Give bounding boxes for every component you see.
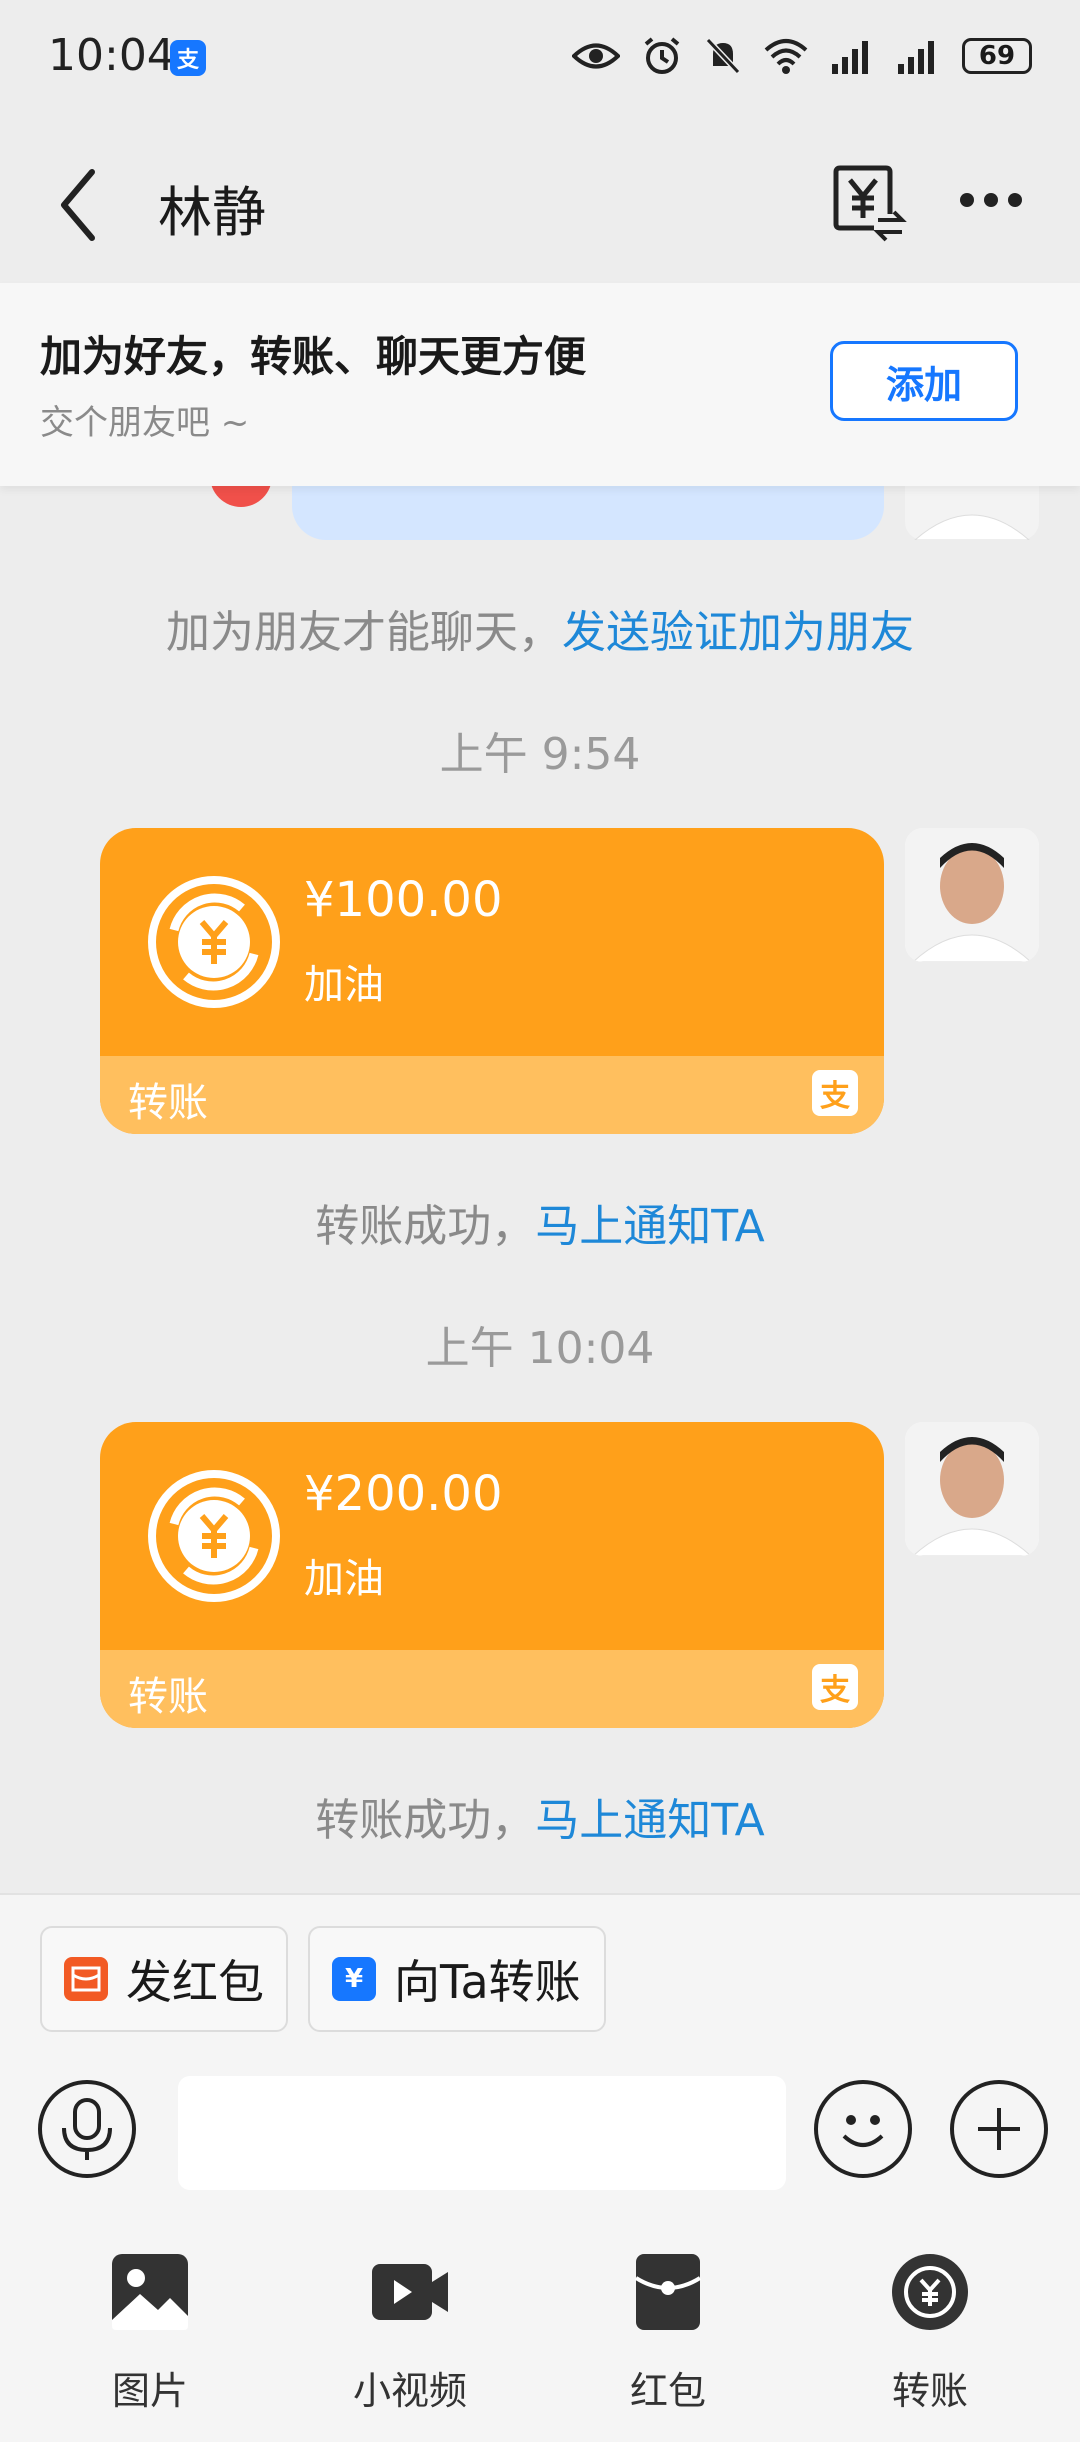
send-verification-link[interactable]: 发送验证加为朋友 [562, 607, 914, 658]
timestamp: 上午 10:04 [425, 1323, 655, 1374]
tool-label: 红包 [629, 2369, 706, 2413]
status-icons: 69 [572, 36, 1032, 76]
transfer-note: 加油 [304, 962, 384, 1008]
eye-icon [572, 43, 620, 69]
yuan-exchange-icon [833, 165, 907, 242]
signal-icon [832, 41, 868, 74]
message-input[interactable] [178, 2076, 786, 2190]
transfer-status-text: 转账成功， [315, 1795, 536, 1846]
transfer-amount: ¥200.00 [304, 1466, 503, 1522]
red-envelope-icon [634, 2254, 702, 2330]
friend-notice-text: 加为朋友才能聊天， [166, 607, 562, 658]
friend-notice: 加为朋友才能聊天，发送验证加为朋友 [0, 596, 1080, 660]
tool-transfer[interactable]: 转账 [840, 2250, 1020, 2440]
transfer-status: 转账成功，马上通知TA [0, 1784, 1080, 1848]
tool-image[interactable]: 图片 [60, 2250, 240, 2440]
more-options-button[interactable] [960, 180, 1030, 220]
image-icon [112, 2254, 188, 2330]
avatar[interactable] [905, 1422, 1039, 1556]
voice-input-button[interactable] [38, 2080, 136, 2178]
more-dot-icon [984, 193, 998, 207]
alipay-icon: 支 [812, 1664, 858, 1710]
battery-indicator: 69 [962, 38, 1032, 74]
add-friend-banner: 加为好友，转账、聊天更方便 交个朋友吧 ~ 添加 [0, 283, 1080, 486]
mute-bell-icon [705, 37, 741, 75]
alipay-icon: 支 [812, 1070, 858, 1116]
tool-label: 小视频 [352, 2369, 467, 2413]
chevron-left-icon [61, 169, 95, 241]
alarm-icon [644, 37, 680, 74]
transfer-yuan-icon [148, 876, 280, 1008]
transfer-label: 转账 [128, 1674, 208, 1720]
red-envelope-icon [64, 1957, 108, 2001]
transfer-note: 加油 [304, 1556, 384, 1602]
status-time: 10:04 [48, 30, 175, 81]
chip-label: 发红包 [126, 1955, 264, 2009]
video-icon [372, 2264, 448, 2320]
wifi-icon [764, 39, 808, 74]
transfer-to-ta-chip[interactable]: ¥ 向Ta转账 [308, 1926, 606, 2032]
banner-subtitle: 交个朋友吧 ~ [40, 403, 250, 443]
notify-link[interactable]: 马上通知TA [535, 1795, 765, 1846]
transfer-icon [892, 2254, 968, 2330]
transfer-status-text: 转账成功， [315, 1201, 536, 1252]
page-title: 林静 [158, 181, 266, 244]
signal-icon-2 [898, 41, 934, 74]
send-red-envelope-chip[interactable]: 发红包 [40, 1926, 288, 2032]
more-dot-icon [960, 193, 974, 207]
chip-label: 向Ta转账 [394, 1955, 581, 2009]
back-button[interactable] [50, 160, 110, 250]
transfer-status: 转账成功，马上通知TA [0, 1190, 1080, 1254]
transfer-label: 转账 [128, 1080, 208, 1126]
transfer-card[interactable]: ¥100.00 加油 转账 支 [100, 828, 884, 1134]
add-friend-button[interactable]: 添加 [830, 341, 1018, 421]
microphone-icon [62, 2098, 112, 2160]
tool-label: 图片 [111, 2369, 188, 2413]
transfer-card[interactable]: ¥200.00 加油 转账 支 [100, 1422, 884, 1728]
transfer-header-button[interactable] [828, 162, 908, 242]
tool-red-envelope[interactable]: 红包 [578, 2250, 758, 2440]
alipay-app-icon: 支 [170, 40, 206, 76]
plus-icon [978, 2108, 1020, 2150]
avatar[interactable] [905, 828, 1039, 962]
smiley-icon [842, 2115, 884, 2147]
transfer-amount: ¥100.00 [304, 872, 503, 928]
emoji-button[interactable] [814, 2080, 912, 2178]
transfer-yuan-icon [148, 1470, 280, 1602]
banner-title: 加为好友，转账、聊天更方便 [40, 332, 587, 381]
more-dot-icon [1008, 193, 1022, 207]
more-features-button[interactable] [950, 2080, 1048, 2178]
tool-short-video[interactable]: 小视频 [320, 2250, 500, 2440]
transfer-icon: ¥ [332, 1957, 376, 2001]
tool-label: 转账 [891, 2369, 968, 2413]
notify-link[interactable]: 马上通知TA [535, 1201, 765, 1252]
timestamp: 上午 9:54 [439, 729, 641, 780]
